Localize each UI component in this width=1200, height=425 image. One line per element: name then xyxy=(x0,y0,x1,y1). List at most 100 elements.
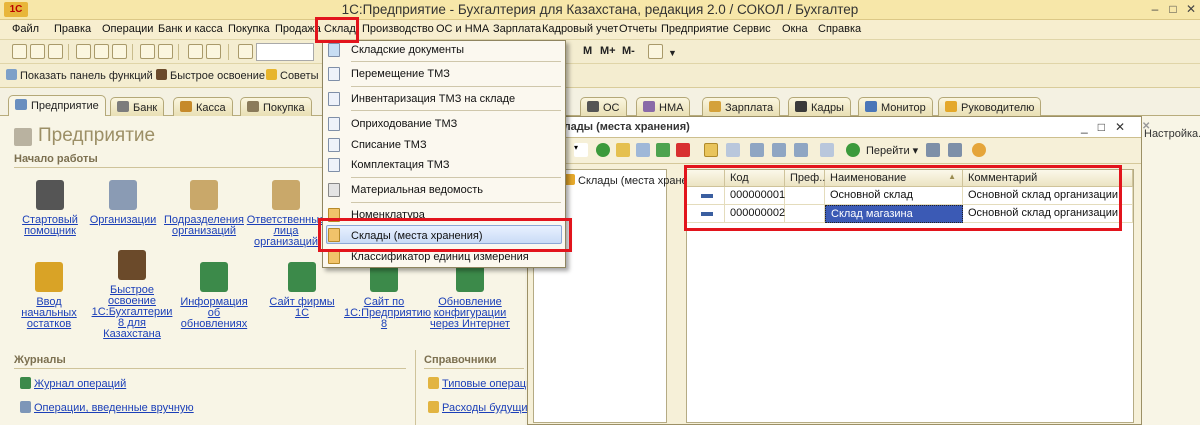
copy-icon[interactable] xyxy=(636,143,650,157)
quick-learn-button[interactable]: Быстрое освоение xyxy=(156,69,265,82)
goto-button[interactable]: Перейти ▾ xyxy=(866,144,918,157)
typical-operations-link[interactable]: Типовые операци xyxy=(428,377,532,390)
menu-item-material-statement[interactable]: Материальная ведомость xyxy=(351,184,483,196)
cut-icon[interactable] xyxy=(76,44,91,59)
columns-icon[interactable] xyxy=(948,143,962,157)
minimize-icon[interactable]: – xyxy=(1148,2,1162,16)
column-header-icon[interactable] xyxy=(687,170,725,187)
hierarchy-icon[interactable] xyxy=(704,143,718,157)
tab-bank[interactable]: Банк xyxy=(110,97,165,116)
close-icon[interactable]: ✕ xyxy=(1184,2,1198,16)
tab-monitor[interactable]: Монитор xyxy=(858,97,933,116)
menu-item-warehouse-documents[interactable]: Складские документы xyxy=(351,44,464,56)
clear-filter-icon[interactable] xyxy=(820,143,834,157)
search-icon[interactable] xyxy=(238,44,253,59)
search-input[interactable] xyxy=(256,43,314,61)
menu-item-inventory[interactable]: Инвентаризация ТМЗ на складе xyxy=(351,93,515,105)
future-expenses-link[interactable]: Расходы будущих xyxy=(428,401,533,414)
menu-item-4[interactable]: Покупка xyxy=(228,23,270,35)
tab-nma[interactable]: НМА xyxy=(636,97,691,116)
memory-minus-button[interactable]: M- xyxy=(622,45,635,57)
operations-journal-link[interactable]: Журнал операций xyxy=(20,377,126,390)
tab-director[interactable]: Руководителю xyxy=(938,97,1042,116)
column-header-comment[interactable]: Комментарий xyxy=(963,170,1133,187)
menu-item-10[interactable]: Кадровый учет xyxy=(542,23,618,35)
help-icon[interactable] xyxy=(972,143,986,157)
updates-info-link[interactable]: Информация об обновлениях xyxy=(174,262,254,330)
settings-icon[interactable] xyxy=(648,44,663,59)
filter-icon[interactable] xyxy=(750,143,764,157)
settings-link[interactable]: Настройка... xyxy=(1144,128,1200,140)
window-controls[interactable]: _□✕ xyxy=(1081,120,1135,134)
tab-os[interactable]: ОС xyxy=(580,97,627,116)
responsible-persons-link[interactable]: Ответственные лица организаций xyxy=(246,180,326,248)
menu-item-11[interactable]: Отчеты xyxy=(619,23,657,35)
menu-item-9[interactable]: Зарплата xyxy=(493,23,541,35)
manual-operations-link[interactable]: Операции, введенные вручную xyxy=(20,401,194,414)
edit-icon[interactable] xyxy=(656,143,670,157)
add-group-icon[interactable] xyxy=(616,143,630,157)
tab-purchase[interactable]: Покупка xyxy=(240,97,312,116)
menu-item-14[interactable]: Окна xyxy=(782,23,808,35)
maximize-icon[interactable]: □ xyxy=(1166,2,1180,16)
menu-item-units-classifier[interactable]: Классификатор единиц измерения xyxy=(351,251,529,263)
menu-item-0[interactable]: Файл xyxy=(12,23,39,35)
print-icon[interactable] xyxy=(140,44,155,59)
menu-item-7[interactable]: Производство xyxy=(362,23,434,35)
new-document-icon[interactable] xyxy=(12,44,27,59)
name-cell-selected[interactable]: Склад магазина xyxy=(825,205,963,223)
menu-item-nomenclature[interactable]: Номенклатура xyxy=(351,209,425,221)
column-header-prefix[interactable]: Преф... xyxy=(785,170,828,187)
menu-item-13[interactable]: Сервис xyxy=(733,23,771,35)
menu-item-1[interactable]: Правка xyxy=(54,23,91,35)
filter-by-value-icon[interactable] xyxy=(772,143,786,157)
quick-learn-link[interactable]: Быстрое освоение 1С:Бухгалтерии 8 для Ка… xyxy=(88,250,176,340)
tab-hr[interactable]: Кадры xyxy=(788,97,851,116)
refresh-icon[interactable] xyxy=(846,143,860,157)
memory-plus-button[interactable]: M+ xyxy=(600,45,616,57)
actions-dropdown-icon[interactable]: ▾ xyxy=(574,143,588,157)
departments-link[interactable]: Подразделения организаций xyxy=(164,180,244,237)
copy-icon[interactable] xyxy=(94,44,109,59)
column-header-code[interactable]: Код xyxy=(725,170,785,187)
site-enterprise-link[interactable]: Сайт по 1С:Предприятию 8 xyxy=(344,262,431,330)
menu-item-warehouses[interactable]: Склады (места хранения) xyxy=(351,230,483,242)
tab-salary[interactable]: Зарплата xyxy=(702,97,781,116)
menu-item-transfer[interactable]: Перемещение ТМЗ xyxy=(351,68,450,80)
preview-icon[interactable] xyxy=(158,44,173,59)
warehouse-table[interactable]: Код Преф... Наименование ▲ Комментарий 00… xyxy=(686,169,1134,423)
save-icon[interactable] xyxy=(48,44,63,59)
menu-item-15[interactable]: Справка xyxy=(818,23,861,35)
undo-icon[interactable] xyxy=(188,44,203,59)
open-folder-icon[interactable] xyxy=(30,44,45,59)
opening-balances-link[interactable]: Ввод начальных остатков xyxy=(10,262,88,330)
menu-item-receipt[interactable]: Оприходование ТМЗ xyxy=(351,118,457,130)
tips-button[interactable]: Советы xyxy=(266,69,318,82)
tab-enterprise[interactable]: Предприятие xyxy=(8,95,106,117)
menu-item-8[interactable]: ОС и НМА xyxy=(436,23,489,35)
list-icon[interactable] xyxy=(926,143,940,157)
start-assistant-link[interactable]: Стартовый помощник xyxy=(10,180,90,237)
column-header-name[interactable]: Наименование ▲ xyxy=(825,170,963,187)
paste-icon[interactable] xyxy=(112,44,127,59)
menu-item-assembly[interactable]: Комплектация ТМЗ xyxy=(351,159,450,171)
name-header-label: Наименование xyxy=(830,172,907,184)
menu-item-3[interactable]: Банк и касса xyxy=(158,23,223,35)
memory-m-button[interactable]: M xyxy=(583,45,592,57)
show-panel-button[interactable]: Показать панель функций xyxy=(6,69,153,82)
delete-icon[interactable] xyxy=(676,143,690,157)
level-up-icon[interactable] xyxy=(726,143,740,157)
menu-item-6[interactable]: Склад xyxy=(324,23,356,35)
tab-cash[interactable]: Касса xyxy=(173,97,233,116)
chevron-down-icon[interactable]: ▼ xyxy=(668,48,677,58)
menu-item-12[interactable]: Предприятие xyxy=(661,23,729,35)
redo-icon[interactable] xyxy=(206,44,221,59)
site-1c-link[interactable]: Сайт фирмы 1С xyxy=(262,262,342,319)
menu-item-5[interactable]: Продажа xyxy=(275,23,321,35)
menu-item-2[interactable]: Операции xyxy=(102,23,153,35)
organizations-link[interactable]: Организации xyxy=(83,180,163,226)
menu-item-write-off[interactable]: Списание ТМЗ xyxy=(351,139,427,151)
add-icon[interactable] xyxy=(596,143,610,157)
config-update-link[interactable]: Обновление конфигурации через Интернет xyxy=(428,262,512,330)
filter-list-icon[interactable] xyxy=(794,143,808,157)
